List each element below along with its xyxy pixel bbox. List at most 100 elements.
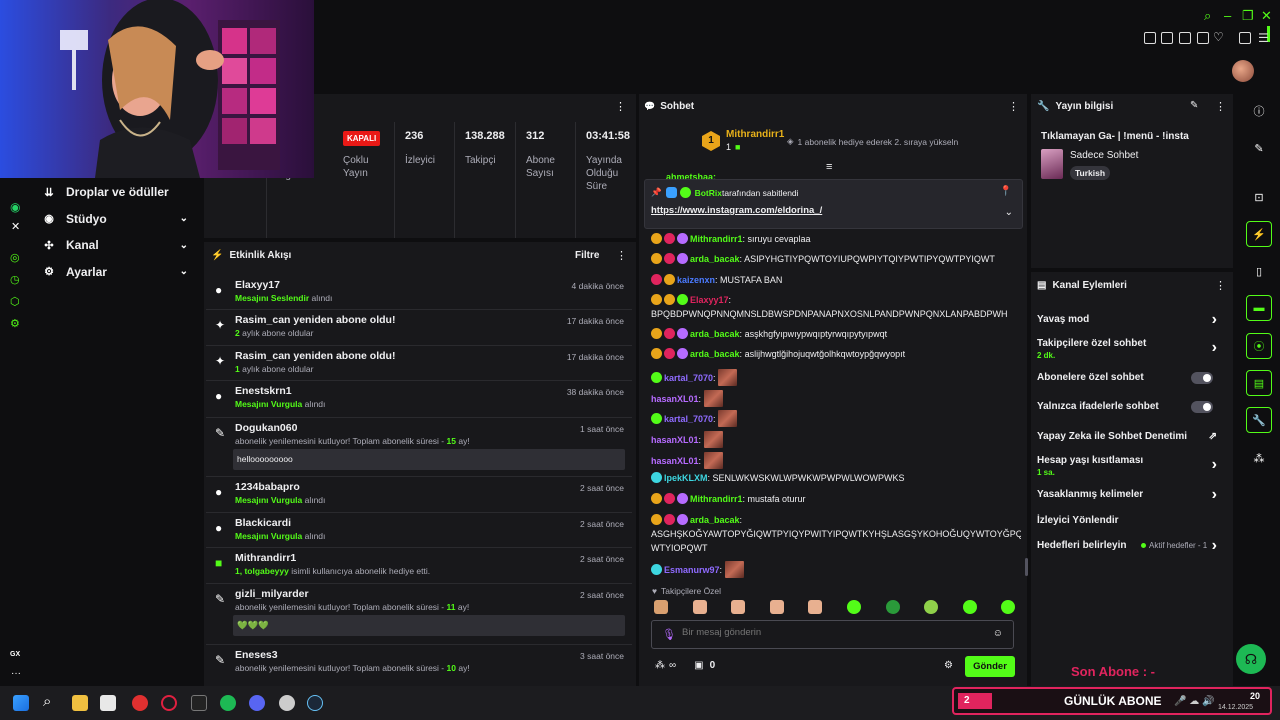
- spotify-icon[interactable]: [220, 695, 236, 711]
- feed-row[interactable]: ● Blackicardi Mesajını Vurgula alındı 2 saa…: [206, 513, 632, 548]
- quick-emote[interactable]: [769, 600, 784, 614]
- chat-input-box[interactable]: 🎙 ☺: [651, 620, 1014, 649]
- quick-emote[interactable]: [962, 600, 977, 614]
- feed-row[interactable]: ✦ Rasim_can yeniden abone oldu! 1 aylık ab…: [206, 346, 632, 381]
- nav-studyo[interactable]: ◉ Stüdyo ⌄: [32, 206, 202, 233]
- chevron-down-icon[interactable]: ⌄: [1005, 207, 1013, 218]
- restore-icon[interactable]: ❐: [1242, 8, 1254, 24]
- channel-action-row[interactable]: Hesap yaşı kısıtlaması 1 sa. ›: [1037, 455, 1227, 483]
- minimize-icon[interactable]: –: [1224, 8, 1231, 23]
- nav-kanal[interactable]: ✣ Kanal ⌄: [32, 232, 202, 259]
- feed-row[interactable]: ● Enestskrn1 Mesajını Vurgula alındı 38 dak…: [206, 381, 632, 418]
- quick-emote[interactable]: [924, 600, 939, 614]
- app-icon[interactable]: [100, 695, 116, 711]
- chat-message[interactable]: kartal_7070:: [651, 410, 1021, 427]
- chat-message[interactable]: Mithrandirr1: sıruyu cevaplaa: [651, 233, 1021, 246]
- chevron-right-icon[interactable]: ›: [1212, 456, 1217, 474]
- infinity-icon[interactable]: ∞: [669, 660, 676, 671]
- quick-emote[interactable]: [1001, 600, 1016, 614]
- kebab-icon[interactable]: ⋮: [615, 100, 626, 113]
- feed-row[interactable]: ✎ gizli_milyarder abonelik yenilemesini ku…: [206, 584, 632, 645]
- file-explorer-icon[interactable]: [72, 695, 88, 711]
- whatsapp-icon[interactable]: ◉: [10, 200, 20, 214]
- headset-icon[interactable]: ☊: [1236, 644, 1266, 674]
- feed-row[interactable]: ■ Mithrandirr1 1, tolgabeyyy isimli kullan…: [206, 548, 632, 584]
- quick-emote[interactable]: [654, 600, 668, 614]
- play-circle-icon[interactable]: ◎: [10, 251, 20, 264]
- channel-action-row[interactable]: Yasaklanmış kelimeler ›: [1037, 486, 1227, 507]
- chat-username[interactable]: Mithrandirr1: [690, 494, 743, 504]
- chat-username[interactable]: Mithrandirr1: [690, 234, 743, 244]
- channel-action-row[interactable]: Abonelere özel sohbet: [1037, 372, 1227, 390]
- chat-username[interactable]: kartal_7070: [664, 373, 713, 383]
- filter-lines-icon[interactable]: ≡: [826, 161, 832, 173]
- settings-icon[interactable]: ⚙: [10, 317, 20, 330]
- lock-icon[interactable]: [1239, 32, 1251, 44]
- pinned-link[interactable]: https://www.instagram.com/eldorina_/: [651, 205, 822, 216]
- send-button[interactable]: Gönder: [965, 656, 1015, 677]
- screenshot-icon[interactable]: ⊡: [1246, 184, 1272, 210]
- layout-icon[interactable]: ▤: [1246, 370, 1272, 396]
- chat-message[interactable]: hasanXL01:: [651, 431, 1021, 448]
- nav-ayarlar[interactable]: ⚙ Ayarlar ⌄: [32, 259, 202, 286]
- crop-icon[interactable]: [1161, 32, 1173, 44]
- chat-username[interactable]: hasanXL01: [651, 456, 699, 466]
- channel-action-row[interactable]: Yalnızca ifadelerle sohbet: [1037, 401, 1227, 419]
- discord-icon[interactable]: [249, 695, 265, 711]
- opera-gx-icon[interactable]: [161, 695, 177, 711]
- shield-icon[interactable]: [1179, 32, 1191, 44]
- chat-message[interactable]: Elaxyy17:: [651, 294, 1021, 307]
- menu-icon[interactable]: ☰: [1258, 31, 1269, 45]
- toggle-switch[interactable]: [1191, 401, 1213, 413]
- chat-message[interactable]: hasanXL01:: [651, 452, 1021, 469]
- chat-message[interactable]: kartal_7070:: [651, 369, 1021, 386]
- chat-username[interactable]: Esmanurw97: [664, 565, 720, 575]
- channel-action-row[interactable]: İzleyici Yönlendir: [1037, 515, 1227, 533]
- app-icon[interactable]: [279, 695, 295, 711]
- chevron-right-icon[interactable]: ›: [1212, 537, 1217, 555]
- feed-row[interactable]: ✎ Dogukan060 abonelik yenilemesini kutluyo…: [206, 418, 632, 477]
- windows-start-icon[interactable]: [13, 695, 29, 711]
- kebab-icon[interactable]: ⋮: [1215, 100, 1226, 113]
- quick-emote[interactable]: [692, 600, 707, 614]
- feed-row[interactable]: ✎ Eneses3 abonelik yenilemesini kutluyor! …: [206, 645, 632, 681]
- chat-icon[interactable]: ▬: [1246, 295, 1272, 321]
- search-icon[interactable]: ⌕: [1204, 8, 1211, 24]
- avatar[interactable]: [1232, 60, 1254, 82]
- chat-username[interactable]: Elaxyy17: [690, 295, 729, 305]
- chat-message[interactable]: hasanXL01:: [651, 390, 1021, 407]
- chat-username[interactable]: kaizenxn: [677, 275, 715, 285]
- app-red-icon[interactable]: [132, 695, 148, 711]
- chat-message[interactable]: arda_bacak: aslijhwgtlğihojuqwtğolhkqwto…: [651, 348, 1021, 361]
- points-icon[interactable]: ⁂: [655, 660, 665, 671]
- unpin-icon[interactable]: 📍: [1000, 186, 1012, 197]
- chat-message[interactable]: arda_bacak:: [651, 514, 1021, 527]
- chevron-right-icon[interactable]: ›: [1212, 311, 1217, 329]
- nav-droplar[interactable]: ⇊ Droplar ve ödüller: [32, 179, 202, 206]
- app-m-icon[interactable]: [191, 695, 207, 711]
- kebab-icon[interactable]: ⋮: [1008, 100, 1019, 113]
- more-icon[interactable]: ···: [11, 668, 21, 679]
- channel-action-row[interactable]: Hedefleri belirleyin Aktif hedefler - 1 ›: [1037, 537, 1227, 558]
- quick-emote[interactable]: [847, 600, 861, 614]
- chat-input[interactable]: [682, 627, 982, 638]
- quick-emote[interactable]: [731, 600, 746, 614]
- top-gifter-name[interactable]: Mithrandirr1: [726, 129, 784, 140]
- tray-icons[interactable]: 🎤 ☁ 🔊: [1174, 696, 1214, 707]
- pencil-icon[interactable]: ✎: [1246, 135, 1272, 161]
- external-link-icon[interactable]: ⇗: [1209, 431, 1217, 442]
- cube-icon[interactable]: ⬡: [10, 295, 20, 308]
- chat-message[interactable]: kaizenxn: MUSTAFA BAN: [651, 274, 1021, 287]
- document-icon[interactable]: ▯: [1246, 258, 1272, 284]
- chat-settings-icon[interactable]: ⚙: [944, 660, 953, 671]
- filter-button[interactable]: Filtre: [575, 250, 599, 261]
- chat-message[interactable]: arda_bacak: ASIPYHGTIYPQWTOYIUPQWPIYTQIY…: [651, 253, 1021, 266]
- store-icon[interactable]: ▣: [694, 660, 703, 671]
- feed-row[interactable]: ● Elaxyy17 Mesajını Seslendir alındı 4 daki…: [206, 275, 632, 310]
- stat-multistream[interactable]: KAPALI Çoklu Yayın: [333, 122, 395, 238]
- channel-action-row[interactable]: Yapay Zeka ile Sohbet Denetimi ⇗: [1037, 431, 1227, 449]
- category-name[interactable]: Sadece Sohbet: [1070, 150, 1138, 161]
- chat-message[interactable]: Esmanurw97:: [651, 561, 1021, 578]
- chat-username[interactable]: kartal_7070: [664, 414, 713, 424]
- chat-username[interactable]: arda_bacak: [690, 254, 740, 264]
